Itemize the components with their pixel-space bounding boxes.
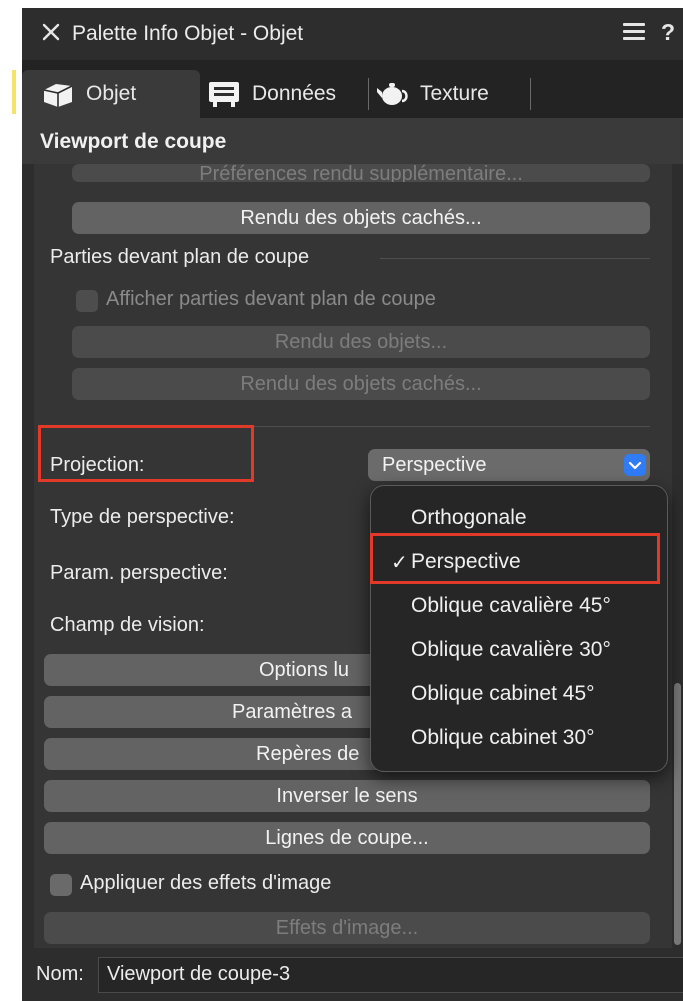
additional-render-prefs-button[interactable]: Préférences rendu supplémentaire... [72, 164, 650, 182]
scrollbar[interactable] [674, 683, 681, 945]
section-title: Viewport de coupe [40, 130, 227, 153]
dropdown-item-oblique-cabinet-45[interactable]: Oblique cabinet 45° [371, 674, 667, 718]
image-effects-button[interactable]: Effets d'image... [44, 912, 650, 944]
front-parts-group-label: Parties devant plan de coupe [50, 246, 310, 268]
dropdown-item-oblique-cabinet-30[interactable]: Oblique cabinet 30° [371, 718, 667, 762]
dropdown-item-label: Oblique cabinet 45° [411, 682, 595, 705]
data-icon [208, 80, 240, 108]
dropdown-item-oblique-cavaliere-45[interactable]: Oblique cavalière 45° [371, 586, 667, 630]
tab-donnees[interactable]: Données [208, 70, 336, 118]
section-divider [46, 426, 650, 427]
desktop-marker [12, 70, 16, 114]
dropdown-item-label: Oblique cabinet 30° [411, 726, 595, 749]
palette-titlebar: Palette Info Objet - Objet ? [22, 8, 683, 60]
help-button[interactable]: ? [661, 19, 675, 46]
hamburger-menu-icon[interactable] [623, 23, 645, 41]
dropdown-item-oblique-cavaliere-30[interactable]: Oblique cavalière 30° [371, 630, 667, 674]
section-lines-button[interactable]: Lignes de coupe... [44, 822, 650, 854]
tab-bar: Objet Données Texture [22, 60, 683, 118]
image-effects-checkbox[interactable] [50, 874, 72, 896]
image-effects-label: Appliquer des effets d'image [80, 872, 332, 894]
dropdown-item-label: Orthogonale [411, 506, 527, 529]
name-label: Nom: [36, 963, 84, 985]
name-input[interactable]: Viewport de coupe-3 [98, 957, 683, 993]
checkmark-icon: ✓ [391, 552, 408, 574]
dropdown-item-perspective[interactable]: ✓ Perspective [371, 542, 667, 586]
render-objects-button[interactable]: Rendu des objets... [72, 326, 650, 358]
close-icon[interactable] [40, 21, 62, 43]
teapot-icon [376, 80, 408, 108]
dropdown-item-label: Perspective [411, 550, 521, 573]
tab-separator [530, 78, 531, 110]
perspective-params-label: Param. perspective: [50, 562, 228, 584]
lighting-options-label: Options lu [259, 658, 350, 681]
perspective-type-label: Type de perspective: [50, 506, 235, 528]
section-header: Viewport de coupe [22, 118, 683, 164]
field-of-view-label: Champ de vision: [50, 614, 205, 636]
dropdown-item-label: Oblique cavalière 30° [411, 638, 611, 661]
tab-texture[interactable]: Texture [376, 70, 489, 118]
name-footer: Nom: Viewport de coupe-3 [22, 950, 683, 1001]
projection-select[interactable]: Perspective [368, 449, 650, 481]
chevron-down-icon [624, 454, 646, 476]
object-info-palette: Palette Info Objet - Objet ? Objet Donné… [22, 8, 683, 1001]
projection-select-value: Perspective [382, 454, 487, 476]
dropdown-item-label: Oblique cavalière 45° [411, 594, 611, 617]
group-divider [380, 258, 650, 259]
tab-donnees-label: Données [252, 82, 337, 105]
projection-dropdown-menu: Orthogonale ✓ Perspective Oblique cavali… [370, 485, 668, 772]
markers-label: Repères de [256, 742, 360, 765]
dropdown-item-orthogonale[interactable]: Orthogonale [371, 498, 667, 542]
tab-objet[interactable]: Objet [22, 70, 200, 118]
invert-direction-button[interactable]: Inverser le sens [44, 780, 650, 812]
palette-title: Palette Info Objet - Objet [72, 22, 304, 45]
advanced-params-label: Paramètres a [232, 700, 353, 723]
projection-label: Projection: [50, 454, 145, 476]
tab-separator [368, 78, 369, 110]
hidden-objects-render-button[interactable]: Rendu des objets cachés... [72, 202, 650, 234]
render-hidden-objects-button[interactable]: Rendu des objets cachés... [72, 368, 650, 400]
show-front-parts-checkbox[interactable] [76, 290, 98, 312]
object-icon [42, 80, 74, 108]
tab-objet-label: Objet [86, 82, 137, 105]
tab-texture-label: Texture [420, 82, 489, 105]
show-front-parts-label: Afficher parties devant plan de coupe [106, 288, 436, 310]
desktop-background [0, 0, 22, 1001]
